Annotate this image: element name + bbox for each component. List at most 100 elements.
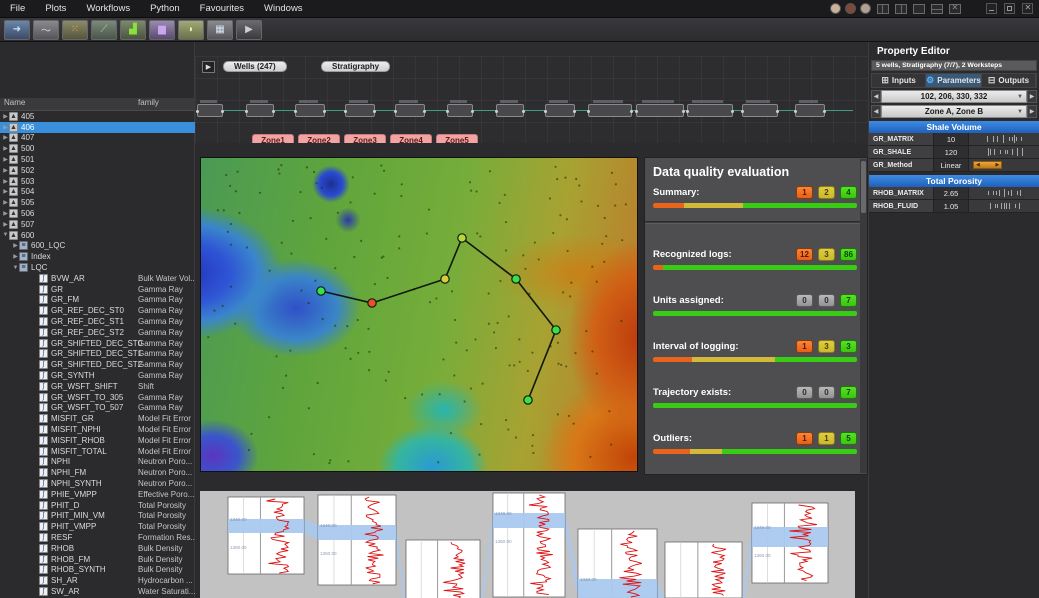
column-family[interactable]: family [138, 98, 159, 107]
log-item-gr_shifted_dec_st1[interactable]: ∫GR_SHIFTED_DEC_ST1Gamma Ray [0, 349, 195, 360]
selector-prev-button[interactable]: ◀ [871, 90, 881, 103]
well-item-500[interactable]: ▶▲500 [0, 143, 195, 154]
expand-arrow-icon[interactable]: ▶ [2, 178, 9, 185]
count-badge-gray[interactable]: 0 [818, 386, 835, 399]
log-item-phit_d[interactable]: ∫PHIT_DTotal Porosity [0, 500, 195, 511]
log-correlation-canvas[interactable]: 1340.001360.001340.001360.001340.001360.… [200, 491, 855, 598]
stratigraphy-pill[interactable]: Stratigraphy [321, 61, 390, 72]
well-item-507[interactable]: ▶▲507 [0, 219, 195, 230]
log-item-rhob_synth[interactable]: ∫RHOB_SYNTHBulk Density [0, 564, 195, 575]
workflow-node[interactable] [246, 104, 274, 117]
expand-arrow-icon[interactable]: ▶ [2, 210, 9, 217]
log-item-misfit_rhob[interactable]: ∫MISFIT_RHOBModel Fit Error [0, 435, 195, 446]
color-map-icon[interactable]: ▆ [149, 20, 175, 40]
scrollbar-thumb[interactable] [861, 161, 866, 213]
log-track-panel[interactable]: 1340.001360.00 [406, 540, 480, 598]
log-item-phit_min_vm[interactable]: ∫PHIT_MIN_VMTotal Porosity [0, 510, 195, 521]
pe-tab-outputs[interactable]: ⊟Outputs [982, 74, 1036, 87]
count-badge-orange[interactable]: 12 [796, 248, 813, 261]
expand-arrow-icon[interactable]: ▶ [2, 113, 9, 120]
log-item-resf[interactable]: ∫RESFFormation Res... [0, 532, 195, 543]
parameter-slider[interactable] [969, 200, 1039, 212]
log-item-misfit_total[interactable]: ∫MISFIT_TOTALModel Fit Error [0, 446, 195, 457]
window-close-button[interactable] [1022, 3, 1033, 14]
log-item-rhob_fm[interactable]: ∫RHOB_FMBulk Density [0, 554, 195, 565]
count-badge-gray[interactable]: 0 [796, 294, 813, 307]
well-marker[interactable] [368, 299, 376, 307]
count-badge-green[interactable]: 7 [840, 386, 857, 399]
count-badge-orange[interactable]: 1 [796, 340, 813, 353]
log-track-panel[interactable]: 1340.001360.00 [493, 493, 565, 597]
log-item-gr_wsft_shift[interactable]: ∫GR_WSFT_SHIFTShift [0, 381, 195, 392]
count-badge-orange[interactable]: 1 [796, 432, 813, 445]
well-marker[interactable] [317, 287, 325, 295]
count-badge-yellow[interactable]: 2 [818, 186, 835, 199]
layout-split-right-icon[interactable] [895, 4, 907, 14]
count-badge-gray[interactable]: 0 [796, 386, 813, 399]
parameter-value[interactable]: 2.65 [933, 187, 969, 199]
log-track-panel[interactable]: 1340.001360.00 [665, 542, 742, 598]
log-item-nphi_synth[interactable]: ∫NPHI_SYNTHNeutron Poro... [0, 478, 195, 489]
log-item-gr[interactable]: ∫GRGamma Ray [0, 284, 195, 295]
log-item-nphi[interactable]: ∫NPHINeutron Poro... [0, 457, 195, 468]
zones-selector[interactable]: Zone A, Zone B▼ [881, 105, 1027, 118]
expand-arrow-icon[interactable]: ▶ [2, 145, 9, 152]
expand-arrow-icon[interactable]: ▶ [2, 221, 9, 228]
count-badge-yellow[interactable]: 3 [818, 340, 835, 353]
well-marker[interactable] [441, 275, 449, 283]
count-badge-yellow[interactable]: 1 [818, 432, 835, 445]
run-workflow-button[interactable]: ▶ [202, 61, 215, 73]
expand-arrow-icon[interactable]: ▶ [2, 156, 9, 163]
well-item-407[interactable]: ▶▲407 [0, 133, 195, 144]
count-badge-green[interactable]: 5 [840, 432, 857, 445]
well-item-405[interactable]: ▶▲405 [0, 111, 195, 122]
menu-windows[interactable]: Windows [254, 0, 313, 18]
set-item-index[interactable]: ▶≡Index [0, 251, 195, 262]
selector-prev-button[interactable]: ◀ [871, 105, 881, 118]
workflow-node[interactable] [742, 104, 778, 117]
expand-arrow-icon[interactable]: ▼ [12, 265, 19, 271]
user-avatar-icon[interactable] [860, 3, 871, 14]
workflow-node[interactable] [636, 104, 684, 117]
log-item-gr_wsft_to_305[interactable]: ∫GR_WSFT_TO_305Gamma Ray [0, 392, 195, 403]
parameter-slider[interactable]: ◀▶ [969, 159, 1039, 171]
wells-filter-pill[interactable]: Wells (247) [223, 61, 287, 72]
log-item-sw_ar[interactable]: ∫SW_ARWater Saturati... [0, 586, 195, 597]
layout-maximize-icon[interactable] [913, 4, 925, 14]
pe-tab-inputs[interactable]: ⊞Inputs [872, 74, 926, 87]
log-item-gr_ref_dec_st1[interactable]: ∫GR_REF_DEC_ST1Gamma Ray [0, 316, 195, 327]
expand-arrow-icon[interactable]: ▶ [2, 199, 9, 206]
log-item-gr_synth[interactable]: ∫GR_SYNTHGamma Ray [0, 370, 195, 381]
section-header-shale-volume[interactable]: Shale Volume [869, 121, 1039, 133]
log-item-nphi_fm[interactable]: ∫NPHI_FMNeutron Poro... [0, 467, 195, 478]
user-avatar-icon[interactable] [830, 3, 841, 14]
window-minimize-button[interactable] [986, 3, 997, 14]
import-arrow-icon[interactable]: ➜ [4, 20, 30, 40]
parameter-value[interactable]: 10 [933, 133, 969, 145]
layout-split-left-icon[interactable] [877, 4, 889, 14]
parameter-value[interactable]: Linear [933, 159, 969, 171]
log-item-gr_ref_dec_st0[interactable]: ∫GR_REF_DEC_ST0Gamma Ray [0, 305, 195, 316]
workflow-node[interactable] [295, 104, 325, 117]
pe-tab-parameters[interactable]: ⚙Parameters [926, 74, 982, 87]
zone-node-zone2[interactable]: Zone2 [298, 134, 340, 143]
workflow-node[interactable] [197, 104, 223, 117]
well-marker[interactable] [512, 275, 520, 283]
log-item-gr_shifted_dec_st0[interactable]: ∫GR_SHIFTED_DEC_ST0Gamma Ray [0, 338, 195, 349]
well-item-406[interactable]: ▶▲406 [0, 122, 195, 133]
expand-arrow-icon[interactable]: ▶ [12, 242, 19, 249]
set-item-600_lqc[interactable]: ▶≡600_LQC [0, 241, 195, 252]
log-item-misfit_gr[interactable]: ∫MISFIT_GRModel Fit Error [0, 413, 195, 424]
log-track-panel[interactable]: 1340.001360.00 [318, 495, 396, 585]
log-item-gr_shifted_dec_st2[interactable]: ∫GR_SHIFTED_DEC_ST2Gamma Ray [0, 359, 195, 370]
menu-plots[interactable]: Plots [35, 0, 76, 18]
workflow-node[interactable] [795, 104, 825, 117]
count-badge-green[interactable]: 86 [840, 248, 857, 261]
expand-arrow-icon[interactable]: ▶ [2, 167, 9, 174]
well-item-600[interactable]: ▼▲600 [0, 230, 195, 241]
well-item-505[interactable]: ▶▲505 [0, 197, 195, 208]
log-item-gr_wsft_to_507[interactable]: ∫GR_WSFT_TO_507Gamma Ray [0, 403, 195, 414]
menu-file[interactable]: File [0, 0, 35, 18]
parameter-value[interactable]: 120 [933, 146, 969, 158]
user-avatar-icon[interactable] [845, 3, 856, 14]
